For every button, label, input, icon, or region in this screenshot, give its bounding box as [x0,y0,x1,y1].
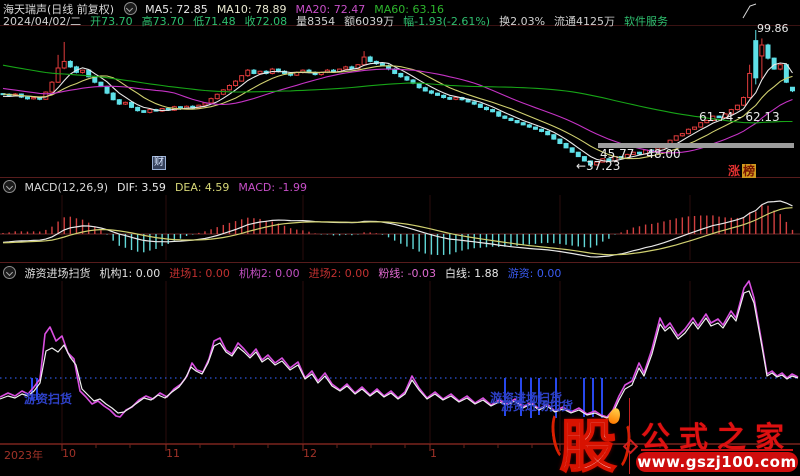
watermark-divider [629,452,630,474]
macd-values: MACD(12,26,9) DIF: 3.59 DEA: 4.59 MACD: -1.… [25,181,317,194]
header-item: MACD(12,26,9) [24,181,109,194]
header-item: 高73.70 [141,15,185,28]
collapse-macd-icon[interactable] [3,180,16,193]
finance-news-badge[interactable]: 财 [152,156,166,170]
header-item: 粉线: -0.03 [378,267,436,280]
axis-tick-label: 12 [303,447,317,460]
header-item: 机构2: 0.00 [238,267,300,280]
header-item: 收72.08 [244,15,288,28]
price-label: ←37.23 [576,159,621,173]
header-item: MACD: -1.99 [238,181,308,194]
header-item: 2024/04/02/二 [3,15,82,28]
macd-header: MACD(12,26,9) DIF: 3.59 DEA: 4.59 MACD: -1.… [3,180,316,194]
axis-tick-label: 1 [430,447,437,460]
collapse-indicator-icon[interactable] [3,266,16,279]
header-item: 游资: 0.00 [507,267,562,280]
header-item: 进场1: 0.00 [169,267,230,280]
header-item: 游资进场扫货 [24,267,91,280]
header-line2: 2024/04/02/二 开73.70 高73.70 低71.48 收72.08 量835… [3,13,677,29]
chart-canvas[interactable] [0,0,800,476]
watermark-underline [641,449,793,451]
header-item: DIF: 3.59 [117,181,166,194]
header-item: 软件服务 [624,15,669,28]
header-item: 量8354 [296,15,336,28]
watermark-url: www.gszj100.com [636,452,798,472]
header-item: DEA: 4.59 [174,181,230,194]
rank-badge[interactable]: 涨榜 [728,162,757,179]
rank-char-2: 榜 [742,164,757,178]
header-item: 幅-1.93(-2.61%) [403,15,491,28]
price-label: 99.86 [757,22,789,35]
header-item: 白线: 1.88 [444,267,499,280]
indicator-values: 游资进场扫货 机构1: 0.00 进场1: 0.00 机构2: 0.00 进场2: 0.… [25,267,571,280]
price-label: 61.74 - 62.13 [699,110,780,124]
header-item: 进场2: 0.00 [308,267,370,280]
signal-caption: 游资扫货 [24,392,73,406]
header-item: 换2.03% [499,15,546,28]
axis-tick-label: 2023年 [4,449,43,462]
header-item: 流通4125万 [554,15,616,28]
header-item: 低71.48 [193,15,236,28]
indicator-header: 游资进场扫货 机构1: 0.00 进场1: 0.00 机构2: 0.00 进场2: 0.… [3,265,570,281]
watermark-divider [629,398,630,438]
stock-app-window: 海天瑞声(日线 前复权) MA5: 72.85 MA10: 78.89 MA20: … [0,0,800,476]
header-item: 开73.70 [90,15,133,28]
watermark-gu-char: 股 [559,414,617,476]
axis-tick-label: 11 [166,447,180,460]
header-item: 机构1: 0.00 [99,267,161,280]
axis-tick-label: 10 [62,447,76,460]
rank-char-1: 涨 [728,164,741,178]
header-item: 额6039万 [344,15,395,28]
